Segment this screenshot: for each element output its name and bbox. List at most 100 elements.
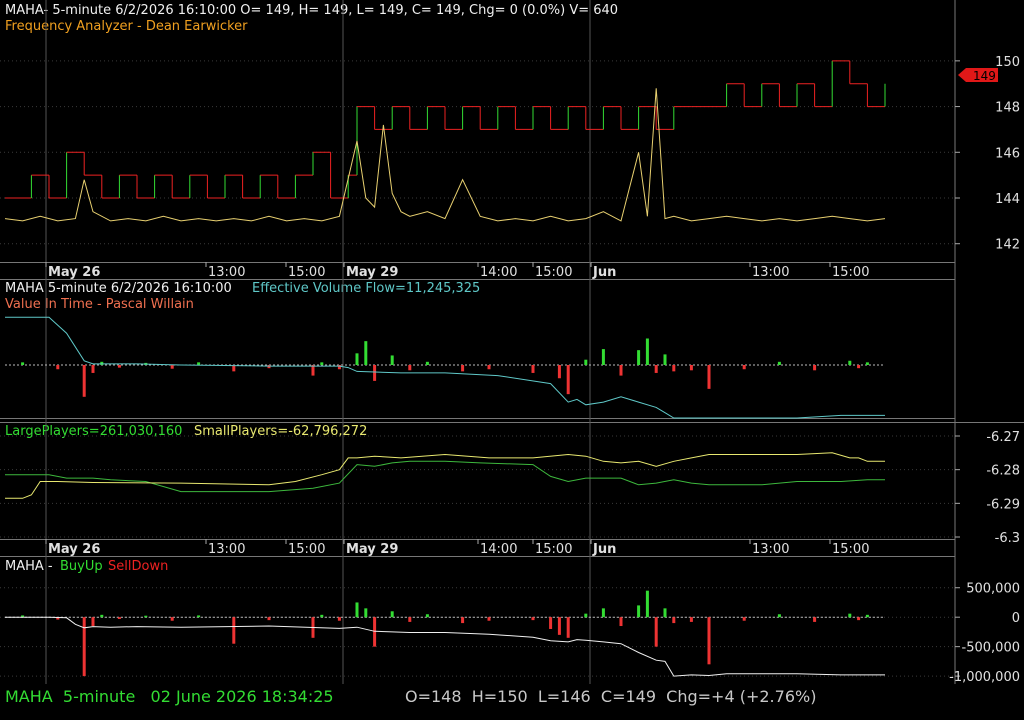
buyup-selldown-bar: [654, 617, 658, 647]
evf-bar: [557, 365, 561, 379]
evf-bar: [645, 338, 649, 365]
time-axis-label: 14:00: [480, 265, 517, 280]
panel3-large-players: LargePlayers=261,030,160: [5, 424, 182, 439]
evf-bar: [364, 341, 368, 365]
status-bar-left: MAHA 5-minute 02 June 2026 18:34:25: [5, 687, 334, 706]
time-axis-label: 15:00: [535, 542, 572, 557]
y-axis-label: 142: [995, 238, 1020, 253]
evf-bar: [601, 349, 605, 365]
evf-bar: [689, 365, 693, 371]
evf-bar: [707, 365, 711, 389]
panel1-subheader: Frequency Analyzer - Dean Earwicker: [5, 19, 248, 34]
status-bar-right: O=148 H=150 L=146 C=149 Chg=+4 (+2.76%): [405, 687, 817, 706]
evf-bar: [461, 365, 465, 372]
y-axis-label: -6.27: [986, 430, 1020, 445]
buyup-selldown-bar: [601, 608, 605, 618]
buyup-selldown-bar: [144, 615, 148, 618]
buyup-selldown-bar: [170, 617, 174, 621]
panel3-small-players: SmallPlayers=-62,796,272: [194, 424, 367, 439]
buyup-selldown-bar: [865, 614, 869, 618]
buyup-selldown-bar: [197, 615, 201, 618]
status-bar: MAHA 5-minute 02 June 2026 18:34:25 O=14…: [0, 684, 1024, 720]
time-axis-label: 15:00: [832, 265, 869, 280]
time-axis-label: May 26: [48, 542, 100, 557]
buyup-selldown-bar: [557, 617, 561, 635]
buyup-selldown-bar: [91, 617, 95, 627]
buyup-selldown-bar: [320, 614, 324, 618]
buyup-selldown-bar: [355, 602, 359, 618]
panel1-header: MAHA- 5-minute 6/2/2026 16:10:00 O= 149,…: [5, 3, 618, 18]
evf-bar: [390, 355, 394, 365]
time-axis-label: 13:00: [752, 265, 789, 280]
time-axis-label: 13:00: [208, 265, 245, 280]
time-axis-label: 15:00: [288, 542, 325, 557]
buyup-selldown-bar: [663, 608, 667, 618]
buyup-selldown-bar: [337, 617, 341, 621]
buyup-selldown-bar: [619, 617, 623, 627]
time-axis-label: May 29: [346, 265, 398, 280]
buyup-selldown-bar: [742, 617, 746, 621]
last-price-tag: 149: [958, 68, 998, 83]
buyup-selldown-bar: [232, 617, 236, 644]
evf-bar: [425, 361, 429, 365]
evf-bar: [857, 365, 861, 369]
evf-bar: [865, 362, 869, 365]
panel4-selldown: SellDown: [108, 559, 168, 574]
evf-bar: [584, 359, 588, 365]
buyup-selldown-bar: [531, 617, 535, 621]
buyup-selldown-bar: [848, 613, 852, 618]
time-axis-label: Jun: [592, 265, 616, 280]
evf-bar: [742, 365, 746, 370]
panel2-header-prefix: MAHA 5-minute 6/2/2026 16:10:00: [5, 281, 232, 296]
evf-bar: [373, 365, 377, 381]
buyup-selldown-bar: [461, 617, 465, 624]
panel4-buyup: BuyUp: [60, 559, 103, 574]
buyup-selldown-bar: [117, 617, 121, 619]
buyup-selldown-bar: [689, 617, 693, 622]
buyup-selldown-bar: [267, 617, 271, 621]
time-axis-label: 13:00: [752, 542, 789, 557]
buyup-selldown-bar: [857, 617, 861, 621]
evf-bar: [117, 365, 121, 368]
panel2-subheader: Value In Time - Pascal Willain: [5, 297, 194, 312]
evf-bar: [672, 365, 676, 372]
buyup-selldown-bar: [645, 590, 649, 618]
buyup-selldown-bar: [672, 617, 676, 624]
buyup-selldown-bar: [373, 617, 377, 647]
buyup-selldown-bar: [408, 617, 412, 622]
y-axis-label: -6.29: [986, 497, 1020, 512]
buyup-selldown-bar: [584, 613, 588, 618]
time-axis-label: 13:00: [208, 542, 245, 557]
evf-bar: [91, 365, 95, 373]
evf-bar: [56, 365, 60, 370]
chart-canvas: MAHA- 5-minute 6/2/2026 16:10:00 O= 149,…: [0, 0, 1024, 684]
evf-bar: [487, 365, 491, 370]
evf-bar: [82, 365, 86, 397]
evf-bar: [663, 354, 667, 365]
evf-bar: [566, 365, 570, 395]
buyup-selldown-bar: [487, 617, 491, 621]
buyup-selldown-bar: [637, 605, 641, 618]
y-axis-label: 0: [1012, 611, 1020, 626]
time-axis-label: May 26: [48, 265, 100, 280]
last-price-label: 149: [973, 69, 996, 83]
buyup-selldown-bar: [364, 608, 368, 618]
evf-line: [5, 316, 885, 419]
buyup-selldown-bar: [566, 617, 570, 638]
time-axis-label: 15:00: [832, 542, 869, 557]
evf-bar: [637, 350, 641, 365]
small-players-line: [5, 452, 885, 499]
buyup-selldown-bar: [549, 617, 553, 629]
buyup-selldown-bar: [707, 617, 711, 665]
y-axis-label: -500,000: [962, 641, 1020, 656]
time-axis-label: 15:00: [288, 265, 325, 280]
evf-bar: [355, 353, 359, 365]
buyup-selldown-bar: [82, 617, 86, 677]
buyup-selldown-bar: [390, 611, 394, 618]
buyup-selldown-bar: [813, 617, 817, 622]
buyup-selldown-bar: [425, 614, 429, 618]
evf-bar: [197, 362, 201, 365]
evf-bar: [619, 365, 623, 376]
large-players-line: [5, 460, 885, 493]
buyup-selldown-bar: [100, 614, 104, 618]
